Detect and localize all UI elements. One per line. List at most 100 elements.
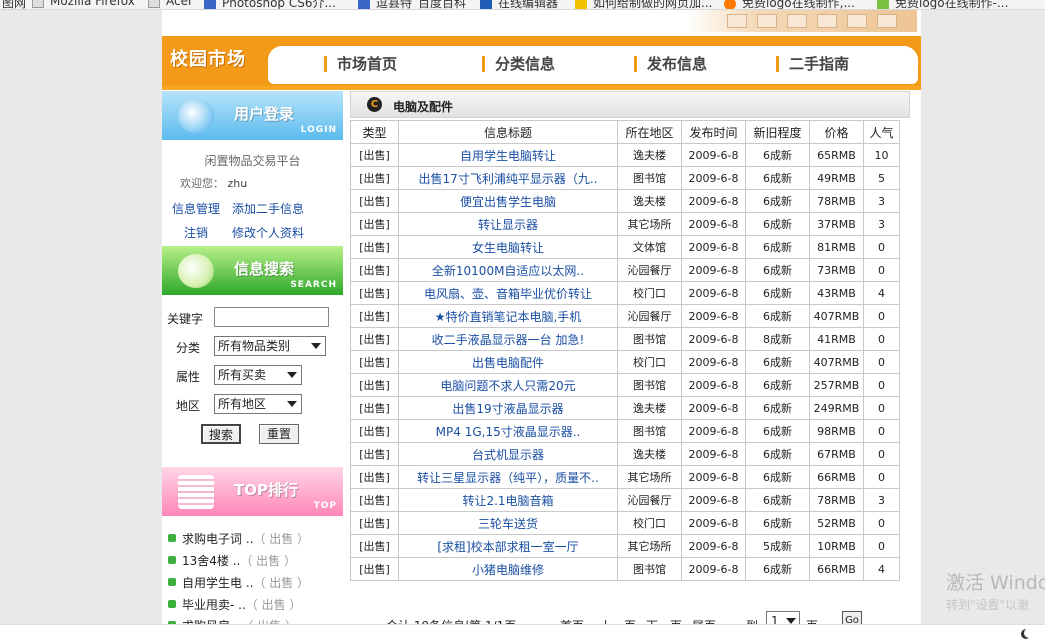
logout-link[interactable]: 注销 [184,224,208,241]
title-link[interactable]: ★特价直销笔记本电脑,手机 [398,304,618,328]
keyword-input[interactable] [214,307,329,327]
bookmark-5[interactable]: 逗县特_百度百科 [358,0,466,9]
title-link[interactable]: 出售17寸飞利浦纯平显示器（九.. [398,166,618,190]
table-row: [出售] 出售17寸飞利浦纯平显示器（九.. 图书馆 2009-6-8 6成新 49RMB… [350,166,900,190]
table-row: [出售] 女生电脑转让 文体馆 2009-6-8 6成新 81RMB 0 [350,235,900,259]
category-bar: C 电脑及配件 [350,91,910,118]
title-link[interactable]: 自用学生电脑转让 [398,143,618,167]
main-content: C 电脑及配件 类型 信息标题 所在地区 发布时间 新旧程度 价格 人气 [出售] 自用学生电… [350,91,921,642]
left-sidebar: 用户登录 LOGIN 闲置物品交易平台 欢迎您： zhu 信息管理 添加二手信息… [162,91,343,642]
location-cell: 其它场所 [617,534,682,558]
logo-maker-icon [724,0,736,9]
table-row: [出售] 自用学生电脑转让 逸夫楼 2009-6-8 6成新 65RMB 10 [350,143,900,167]
date-cell: 2009-6-8 [681,488,746,512]
views-cell: 3 [863,488,900,512]
title-link[interactable]: 全新10100M自适应以太网.. [398,258,618,282]
title-link[interactable]: MP4 1G,15寸液晶显示器.. [398,419,618,443]
location-cell: 图书馆 [617,373,682,397]
title-link[interactable]: 电脑问题不求人只需20元 [398,373,618,397]
bookmark-2[interactable]: Mozilla Firefox [32,0,135,9]
edit-profile-link[interactable]: 修改个人资料 [232,224,304,241]
views-cell: 4 [863,281,900,305]
page-container: 校园市场 市场首页 分类信息 发布信息 二手指南 用户登录 LOGIN 闲置物品… [162,10,921,642]
type-cell: [出售] [350,281,399,305]
condition-cell: 5成新 [745,534,810,558]
condition-cell: 6成新 [745,281,810,305]
type-cell: [出售] [350,350,399,374]
title-link[interactable]: 出售19寸液晶显示器 [398,396,618,420]
info-manage-link[interactable]: 信息管理 [172,200,220,217]
title-link[interactable]: 电风扇、壶、音箱毕业优价转让 [398,281,618,305]
condition-cell: 6成新 [745,557,810,581]
title-link[interactable]: 收二手液晶显示器一台 加急! [398,327,618,351]
folder-icon [148,0,160,8]
title-link[interactable]: 女生电脑转让 [398,235,618,259]
moon-icon [1024,628,1034,638]
area-select[interactable]: 所有地区 [214,394,302,414]
bookmark-1[interactable]: 图网 [2,0,26,9]
condition-cell: 8成新 [745,327,810,351]
site-logo[interactable]: 校园市场 [170,45,246,71]
date-cell: 2009-6-8 [681,143,746,167]
bookmarks-bar: 图网 Mozilla Firefox Acer Photoshop CS6介..… [0,0,1045,10]
bookmark-9[interactable]: 免费logo在线制作-... [877,0,1008,9]
nav-home[interactable]: 市场首页 [324,56,397,72]
date-cell: 2009-6-8 [681,350,746,374]
reset-button[interactable]: 重置 [259,424,299,444]
bookmark-3[interactable]: Acer [148,0,193,9]
top-item[interactable]: 求购电子词 ..（ 出售 ） [168,530,309,547]
title-link[interactable]: 三轮车送货 [398,511,618,535]
condition-cell: 6成新 [745,189,810,213]
price-cell: 407RMB [809,304,864,328]
condition-cell: 6成新 [745,350,810,374]
title-link[interactable]: [求租]校本部求租一室一厅 [398,534,618,558]
views-cell: 0 [863,396,900,420]
top-item[interactable]: 自用学生电 ..（ 出售 ） [168,574,309,591]
type-cell: [出售] [350,166,399,190]
main-nav: 校园市场 市场首页 分类信息 发布信息 二手指南 [162,36,921,90]
category-select[interactable]: 所有物品类别 [214,336,326,356]
table-row: [出售] MP4 1G,15寸液晶显示器.. 图书馆 2009-6-8 6成新 98RMB… [350,419,900,443]
title-link[interactable]: 台式机显示器 [398,442,618,466]
location-cell: 沁园餐厅 [617,488,682,512]
type-cell: [出售] [350,465,399,489]
bookmark-8[interactable]: 免费logo在线制作,... [724,0,855,9]
bookmark-4[interactable]: Photoshop CS6介... [204,0,336,9]
price-cell: 407RMB [809,350,864,374]
title-link[interactable]: 便宜出售学生电脑 [398,189,618,213]
title-link[interactable]: 出售电脑配件 [398,350,618,374]
type-cell: [出售] [350,511,399,535]
top-item[interactable]: 13舍4楼 ..（ 出售 ） [168,552,296,569]
bookmark-6[interactable]: 在线编辑器 [480,0,558,9]
title-link[interactable]: 小猪电脑维修 [398,557,618,581]
price-cell: 73RMB [809,258,864,282]
type-cell: [出售] [350,396,399,420]
views-cell: 0 [863,511,900,535]
title-link[interactable]: 转让显示器 [398,212,618,236]
nav-guide[interactable]: 二手指南 [776,56,849,72]
editor-icon [480,0,492,9]
welcome-label: 欢迎您： [180,177,224,190]
bookmark-7[interactable]: 如何给制做的网页加... [575,0,712,9]
location-cell: 逸夫楼 [617,396,682,420]
attribute-select[interactable]: 所有买卖 [214,365,302,385]
title-link[interactable]: 转让三星显示器（纯平），质量不.. [398,465,618,489]
column-header: 所在地区 [617,120,682,144]
table-row: [出售] 收二手液晶显示器一台 加急! 图书馆 2009-6-8 8成新 41RMB 0 [350,327,900,351]
title-link[interactable]: 转让2.1电脑音箱 [398,488,618,512]
add-item-link[interactable]: 添加二手信息 [232,200,304,217]
location-cell: 图书馆 [617,419,682,443]
nav-categories[interactable]: 分类信息 [482,56,555,72]
nav-publish[interactable]: 发布信息 [634,56,707,72]
location-cell: 逸夫楼 [617,143,682,167]
location-cell: 文体馆 [617,235,682,259]
top-item[interactable]: 毕业甩卖- ..（ 出售 ） [168,596,301,613]
price-cell: 257RMB [809,373,864,397]
search-panel: 关键字 分类 所有物品类别 属性 所有买卖 地区 所有地区 搜索 重置 [162,295,343,467]
type-cell: [出售] [350,304,399,328]
condition-cell: 6成新 [745,465,810,489]
banner-illustration [687,10,917,32]
condition-cell: 6成新 [745,235,810,259]
search-button[interactable]: 搜索 [201,424,241,444]
views-cell: 0 [863,350,900,374]
